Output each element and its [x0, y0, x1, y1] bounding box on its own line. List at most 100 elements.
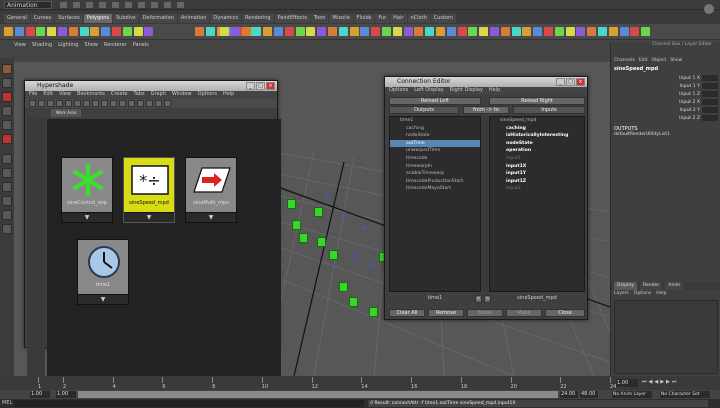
- lasso-tool-icon[interactable]: [2, 78, 12, 88]
- shelf-tool-icon[interactable]: [576, 27, 586, 36]
- shelf-tool-icon[interactable]: [14, 27, 24, 36]
- inner-start-field[interactable]: 1.00: [56, 391, 76, 398]
- menu-item[interactable]: Right Display: [450, 87, 483, 95]
- shelf-tool-icon[interactable]: [641, 27, 651, 36]
- menu-item[interactable]: Edit: [43, 91, 53, 99]
- end-time-field[interactable]: 24.00: [560, 391, 578, 398]
- close-icon[interactable]: ×: [266, 82, 275, 90]
- shelf-tab[interactable]: Deformation: [139, 14, 177, 23]
- time-slider[interactable]: 1 2 4 6 8 10 12 14 16 18 20 22 24 1.00 ⏮◀◀▶▶⏭: [0, 376, 720, 390]
- green-cube[interactable]: [329, 250, 338, 260]
- shelf-tool-icon[interactable]: [619, 27, 629, 36]
- work-area[interactable]: sineControl_exp ▼ *÷ sineSpeed_mpd ▼ sin…: [47, 119, 281, 384]
- list-item[interactable]: input1Y: [490, 170, 584, 178]
- list-item[interactable]: isHistoricallyInteresting: [490, 132, 584, 140]
- close-icon[interactable]: ×: [576, 78, 585, 86]
- shelf-tool-icon[interactable]: [144, 27, 154, 36]
- locator-icon[interactable]: +: [339, 212, 349, 222]
- shelf-tab[interactable]: Custom: [430, 14, 456, 23]
- shelf-tab[interactable]: Polygons: [83, 14, 112, 23]
- panel-menu-item[interactable]: Shading: [32, 42, 52, 50]
- shelf-tool-icon[interactable]: [490, 27, 499, 36]
- layout-icon[interactable]: [2, 224, 12, 234]
- shelf-tool-icon[interactable]: [349, 27, 359, 36]
- menu-item[interactable]: Tabs: [134, 91, 145, 99]
- panel-menu-item[interactable]: Show: [84, 42, 98, 50]
- shelf-tab[interactable]: Animation: [177, 14, 210, 23]
- shelf-tool-icon[interactable]: [68, 27, 78, 36]
- shelf-tool-icon[interactable]: [317, 27, 327, 36]
- layer-tab[interactable]: Anim: [665, 282, 684, 290]
- shelf-tool-icon[interactable]: [544, 27, 553, 36]
- shelf-tool-icon[interactable]: [284, 27, 294, 36]
- shelf-tool-icon[interactable]: [47, 27, 57, 36]
- start-time-field[interactable]: 1.00: [30, 391, 50, 398]
- list-item[interactable]: input1: [490, 155, 584, 163]
- channel-value[interactable]: [702, 83, 718, 89]
- from-to-toggle[interactable]: from -> to: [463, 106, 509, 114]
- channel-box-menu-item[interactable]: Edit: [639, 58, 648, 66]
- list-item[interactable]: nodeState: [490, 140, 584, 148]
- tab-work-area[interactable]: Work Area: [51, 109, 81, 117]
- channel-row[interactable]: Input 1 X: [611, 74, 720, 82]
- shelf-tool-icon[interactable]: [522, 27, 532, 36]
- channel-row[interactable]: Input 2 X: [611, 98, 720, 106]
- shelf-tool-icon[interactable]: [90, 27, 100, 36]
- channel-value[interactable]: [702, 91, 718, 97]
- channel-row[interactable]: Input 1 Y: [611, 82, 720, 90]
- channel-value[interactable]: [702, 107, 718, 113]
- list-item[interactable]: timewarpIn: [390, 163, 480, 171]
- anim-layer-select[interactable]: No Anim Layer: [612, 391, 652, 398]
- list-item[interactable]: input1X: [490, 163, 584, 171]
- shelf-tool-icon[interactable]: [500, 27, 510, 36]
- shelf-tool-icon[interactable]: [220, 27, 229, 36]
- channel-value[interactable]: [702, 99, 718, 105]
- clear-all-button[interactable]: Clear All: [389, 309, 425, 317]
- hypershade-titlebar[interactable]: Hypershade _ □ ×: [25, 81, 277, 91]
- shelf-tool-icon[interactable]: [195, 27, 205, 36]
- list-item[interactable]: nodeState: [390, 132, 480, 140]
- menu-item[interactable]: Bookmarks: [77, 91, 105, 99]
- layout-icon[interactable]: [2, 196, 12, 206]
- panel-menu-item[interactable]: Lighting: [58, 42, 78, 50]
- paint-tool-icon[interactable]: [2, 92, 12, 102]
- shelf-tool-icon[interactable]: [306, 27, 316, 36]
- shelf-tool-icon[interactable]: [382, 27, 391, 36]
- shelf-tool-icon[interactable]: [554, 27, 564, 36]
- connection-editor-titlebar[interactable]: Connection Editor _ □ ×: [385, 77, 587, 87]
- layer-menu-item[interactable]: Layers: [614, 291, 629, 298]
- green-cube[interactable]: [369, 307, 378, 317]
- outputs-list[interactable]: time1 caching nodeState outTime unwarpedTime…: [389, 116, 481, 292]
- maximize-icon[interactable]: □: [566, 78, 575, 86]
- current-frame-field[interactable]: 1.00: [616, 379, 638, 387]
- shelf-tool-icon[interactable]: [101, 27, 111, 36]
- layout-icon[interactable]: [2, 154, 12, 164]
- shelf-tool-icon[interactable]: [533, 27, 543, 36]
- shelf-tool-icon[interactable]: [36, 27, 46, 36]
- playback-controls[interactable]: ⏮◀◀▶▶⏭: [642, 379, 716, 387]
- shelf-tool-icon[interactable]: [511, 27, 521, 36]
- menu-item[interactable]: Graph: [151, 91, 166, 99]
- shelf-tab[interactable]: Rendering: [242, 14, 274, 23]
- list-item[interactable]: timecode: [390, 155, 480, 163]
- shelf-tab[interactable]: Muscle: [329, 14, 353, 23]
- shelf-tab[interactable]: Dynamics: [210, 14, 242, 23]
- minimize-icon[interactable]: _: [556, 78, 565, 86]
- menu-item[interactable]: Help: [489, 87, 500, 95]
- shelf-tool-icon[interactable]: [392, 27, 402, 36]
- swap-right-icon[interactable]: >: [484, 295, 491, 303]
- shelf-tool-icon[interactable]: [425, 27, 435, 36]
- menu-item[interactable]: Create: [111, 91, 128, 99]
- break-button[interactable]: Break: [467, 309, 503, 317]
- shelf-tool-icon[interactable]: [598, 27, 607, 36]
- reload-right-button[interactable]: Reload Right: [489, 97, 585, 105]
- shelf-tab[interactable]: Toon: [310, 14, 329, 23]
- shelf-tool-icon[interactable]: [457, 27, 467, 36]
- channel-value[interactable]: [702, 75, 718, 81]
- minimize-icon[interactable]: _: [246, 82, 255, 90]
- layout-icon[interactable]: [2, 210, 12, 220]
- mode-selector[interactable]: Animation: [4, 1, 52, 9]
- shelf-tool-icon[interactable]: [252, 27, 262, 36]
- locator-icon[interactable]: +: [322, 192, 332, 202]
- shelf-tool-icon[interactable]: [274, 27, 283, 36]
